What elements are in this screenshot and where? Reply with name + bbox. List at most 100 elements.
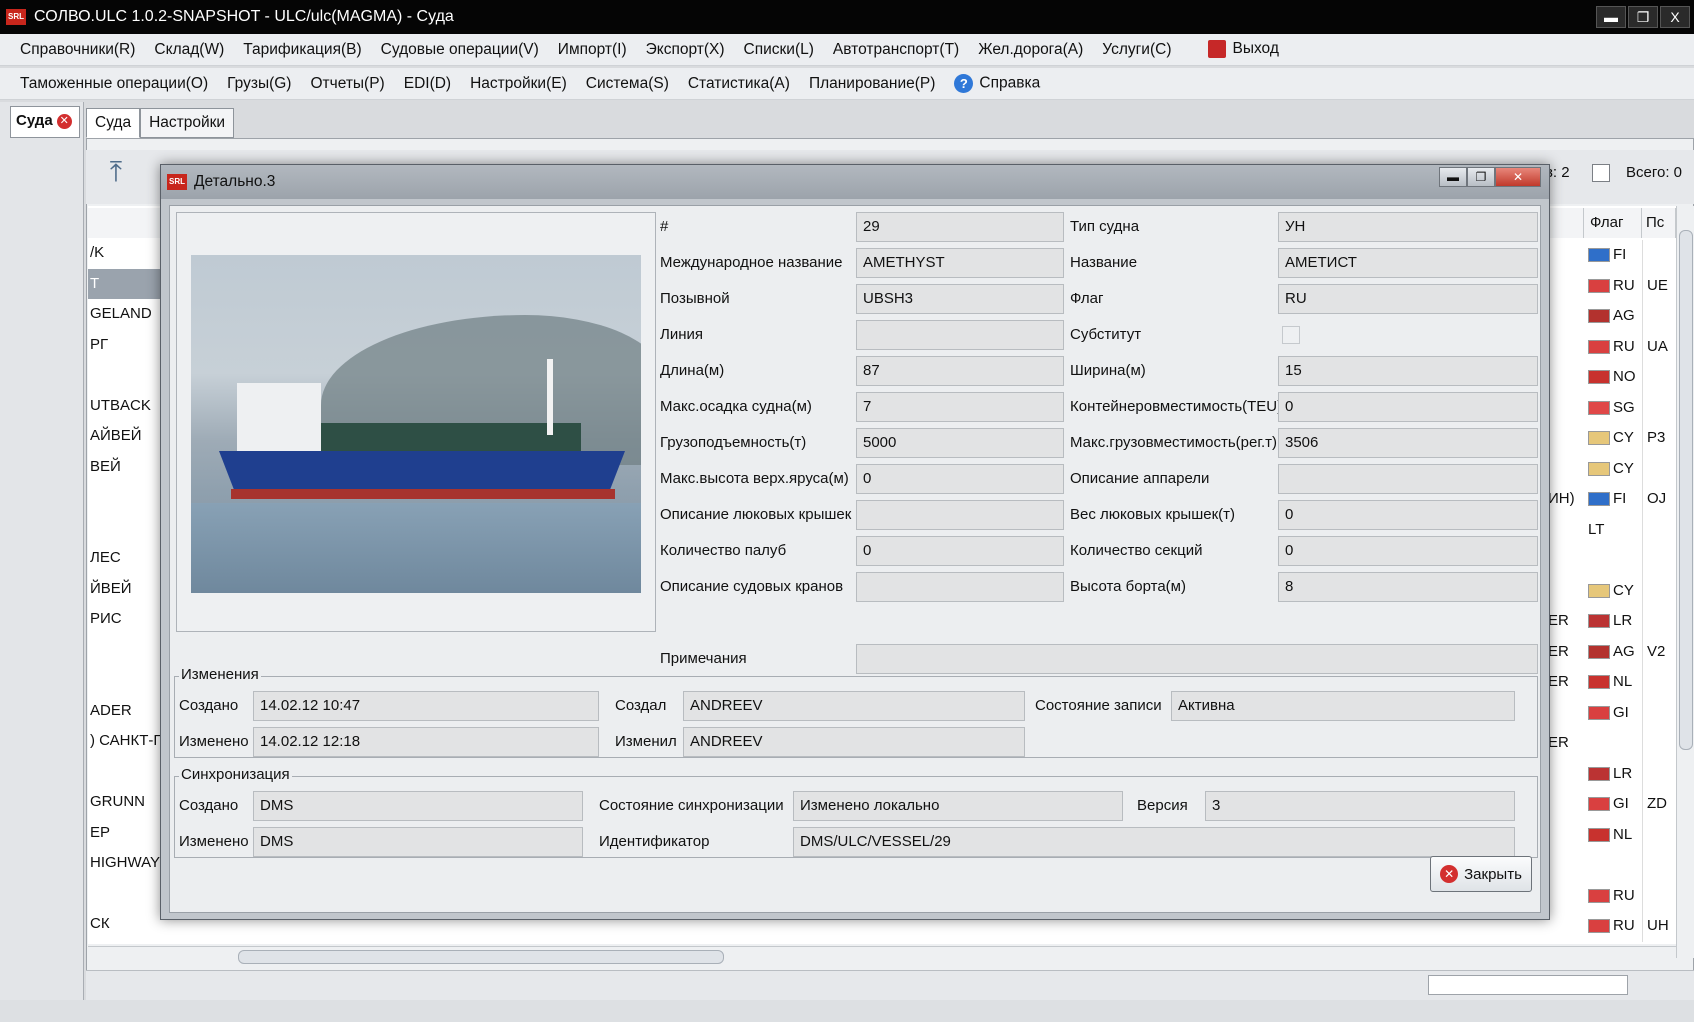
menu-exit[interactable]: Выход — [1208, 40, 1279, 59]
table-cell-mid[interactable] — [1548, 301, 1584, 332]
column-header-p[interactable]: Пс — [1642, 208, 1676, 238]
table-cell-mid[interactable]: ER — [1548, 728, 1584, 759]
dialog-minimize-icon[interactable]: ▬ — [1439, 167, 1467, 187]
menu-directories[interactable]: Справочники(R) — [20, 41, 135, 59]
notes-field[interactable] — [856, 644, 1538, 674]
table-cell-mid[interactable] — [1548, 362, 1584, 393]
field-value-right-9[interactable]: 0 — [1278, 536, 1538, 566]
table-row-name[interactable]: СК — [88, 909, 168, 940]
field-value-left-9[interactable]: 0 — [856, 536, 1064, 566]
table-cell-mid[interactable] — [1548, 515, 1584, 546]
table-row-flag[interactable]: CY P3 — [1584, 423, 1676, 454]
table-row-name[interactable]: ЛЕС — [88, 543, 168, 574]
table-row-flag[interactable]: LT — [1584, 514, 1676, 545]
menu-railway[interactable]: Жел.дорога(A) — [978, 41, 1083, 59]
field-value-right-0[interactable]: УН — [1278, 212, 1538, 242]
move-top-icon[interactable]: ⤒ — [100, 156, 132, 192]
vertical-scrollbar[interactable] — [1676, 206, 1694, 958]
table-cell-mid[interactable] — [1548, 393, 1584, 424]
menu-settings[interactable]: Настройки(E) — [470, 75, 567, 93]
menu-import[interactable]: Импорт(I) — [558, 41, 627, 59]
table-row-flag[interactable]: LR — [1584, 758, 1676, 789]
menu-ship-operations[interactable]: Судовые операции(V) — [381, 41, 539, 59]
table-row-flag[interactable]: NO — [1584, 362, 1676, 393]
table-cell-mid[interactable] — [1548, 820, 1584, 851]
table-row-flag[interactable]: RU — [1584, 880, 1676, 911]
table-row-name[interactable] — [88, 360, 168, 391]
total-checkbox[interactable] — [1592, 164, 1610, 182]
field-value-left-5[interactable]: 7 — [856, 392, 1064, 422]
table-row-flag[interactable]: RU UA — [1584, 331, 1676, 362]
version-field[interactable]: 3 — [1205, 791, 1515, 821]
menu-services[interactable]: Услуги(C) — [1102, 41, 1171, 59]
changes-creator-field[interactable]: ANDREEV — [683, 691, 1025, 721]
table-row-flag[interactable]: FI OJ — [1584, 484, 1676, 515]
field-value-left-8[interactable] — [856, 500, 1064, 530]
table-row-name[interactable]: Т — [88, 268, 168, 299]
field-value-left-7[interactable]: 0 — [856, 464, 1064, 494]
table-row-flag[interactable]: CY — [1584, 453, 1676, 484]
menu-planning[interactable]: Планирование(P) — [809, 75, 935, 93]
table-cell-mid[interactable] — [1548, 271, 1584, 302]
table-cell-mid[interactable] — [1548, 454, 1584, 485]
table-row-flag[interactable]: NL — [1584, 667, 1676, 698]
menu-system[interactable]: Система(S) — [586, 75, 669, 93]
close-window-button[interactable]: X — [1660, 6, 1690, 28]
menu-export[interactable]: Экспорт(X) — [646, 41, 725, 59]
table-row-name[interactable]: РИС — [88, 604, 168, 635]
table-row-name[interactable]: ADER — [88, 696, 168, 727]
table-cell-mid[interactable] — [1548, 576, 1584, 607]
table-cell-mid[interactable] — [1548, 881, 1584, 912]
menu-lists[interactable]: Списки(L) — [744, 41, 814, 59]
field-value-left-3[interactable] — [856, 320, 1064, 350]
tab-ships[interactable]: Суда — [86, 108, 141, 138]
close-button[interactable]: ✕ Закрыть — [1430, 856, 1532, 892]
field-value-right-6[interactable]: 3506 — [1278, 428, 1538, 458]
dialog-titlebar[interactable]: SRL Детально.3 ▬ ❐ ✕ — [161, 165, 1549, 199]
table-row-name[interactable]: GELAND — [88, 299, 168, 330]
table-row-name[interactable]: ВЕЙ — [88, 452, 168, 483]
changes-modified-field[interactable]: 14.02.12 12:18 — [253, 727, 599, 757]
table-row-name[interactable]: GRUNN — [88, 787, 168, 818]
field-value-left-4[interactable]: 87 — [856, 356, 1064, 386]
tab-settings[interactable]: Настройки — [140, 108, 235, 138]
column-header-flag[interactable]: Флаг — [1584, 208, 1642, 238]
table-row-flag[interactable]: CY — [1584, 575, 1676, 606]
horizontal-scroll-thumb[interactable] — [238, 950, 724, 964]
menu-reports[interactable]: Отчеты(P) — [310, 75, 384, 93]
field-value-left-10[interactable] — [856, 572, 1064, 602]
table-row-name[interactable]: РГ — [88, 330, 168, 361]
table-cell-mid[interactable]: ER — [1548, 606, 1584, 637]
record-state-field[interactable]: Активна — [1171, 691, 1515, 721]
table-row-name[interactable] — [88, 513, 168, 544]
field-value-right-8[interactable]: 0 — [1278, 500, 1538, 530]
vertical-scroll-thumb[interactable] — [1679, 230, 1693, 750]
table-cell-mid[interactable] — [1548, 698, 1584, 729]
table-cell-mid[interactable] — [1548, 332, 1584, 363]
table-row-name[interactable] — [88, 482, 168, 513]
table-row-flag[interactable] — [1584, 728, 1676, 759]
menu-tariffs[interactable]: Тарификация(B) — [243, 41, 361, 59]
table-cell-mid[interactable]: ER — [1548, 637, 1584, 668]
table-cell-mid[interactable]: ER — [1548, 667, 1584, 698]
field-value-left-2[interactable]: UBSH3 — [856, 284, 1064, 314]
menu-warehouse[interactable]: Склад(W) — [154, 41, 224, 59]
table-row-name[interactable]: АЙВЕЙ — [88, 421, 168, 452]
maximize-button[interactable]: ❐ — [1628, 6, 1658, 28]
close-tab-icon[interactable]: ✕ — [56, 113, 72, 129]
table-row-flag[interactable]: RU UE — [1584, 270, 1676, 301]
table-cell-mid[interactable] — [1548, 240, 1584, 271]
field-value-right-4[interactable]: 15 — [1278, 356, 1538, 386]
horizontal-scrollbar[interactable] — [88, 946, 1676, 968]
left-tab-ships[interactable]: Суда ✕ — [10, 106, 80, 138]
table-cell-mid[interactable] — [1548, 759, 1584, 790]
table-cell-mid[interactable] — [1548, 850, 1584, 881]
changes-modifier-field[interactable]: ANDREEV — [683, 727, 1025, 757]
field-value-left-0[interactable]: 29 — [856, 212, 1064, 242]
table-cell-mid[interactable]: ИН) — [1548, 484, 1584, 515]
table-row-name[interactable] — [88, 757, 168, 788]
dialog-close-icon[interactable]: ✕ — [1495, 167, 1541, 187]
table-row-flag[interactable]: AG — [1584, 301, 1676, 332]
field-value-right-5[interactable]: 0 — [1278, 392, 1538, 422]
field-value-left-1[interactable]: AMETHYST — [856, 248, 1064, 278]
